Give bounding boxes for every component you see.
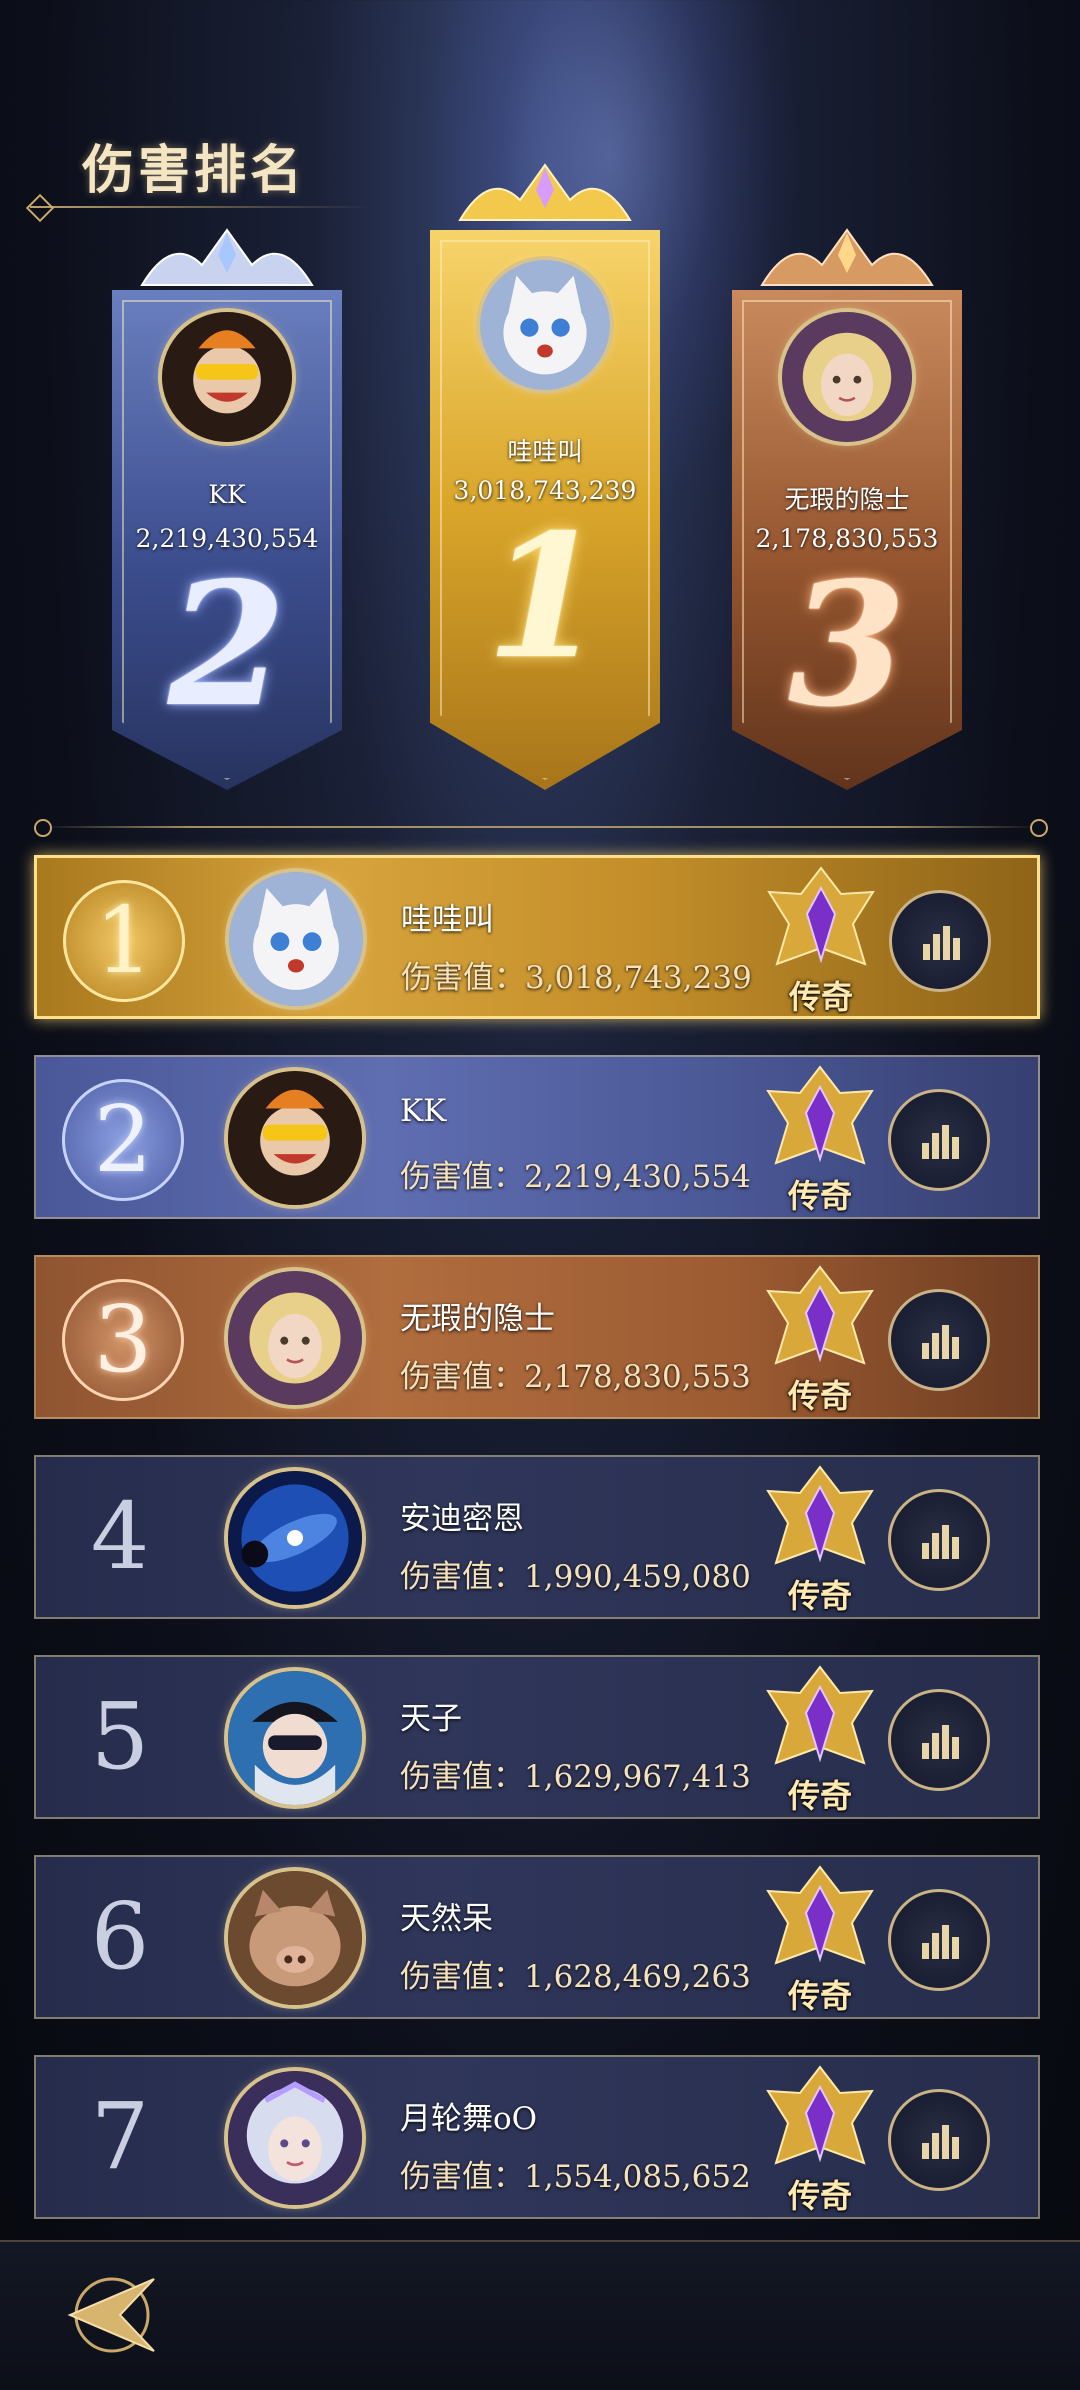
masked-joker-avatar[interactable]	[162, 312, 292, 442]
stats-button[interactable]	[889, 890, 991, 992]
damage-value: 伤害值：1,990,459,080	[400, 1559, 751, 1595]
legend-tier-emblem: 传奇	[760, 2063, 880, 2215]
tier-label: 传奇	[787, 1377, 852, 1415]
sunglasses-hat-avatar[interactable]	[228, 1671, 362, 1805]
galaxy-orb-avatar[interactable]	[228, 1471, 362, 1605]
white-kitten-avatar[interactable]	[480, 260, 610, 390]
ranking-row-5[interactable]: 5 天子 伤害值：1,629,967,413 传奇	[34, 1655, 1040, 1819]
player-name: 天子	[400, 1701, 462, 1737]
silver-crown-icon	[132, 225, 322, 295]
tier-label: 传奇	[787, 1777, 852, 1815]
tier-label: 传奇	[787, 1577, 852, 1615]
tier-label: 传奇	[788, 978, 853, 1016]
legend-tier-emblem: 传奇	[760, 1263, 880, 1415]
ranking-row-4[interactable]: 4 安迪密恩 伤害值：1,990,459,080 传奇	[34, 1455, 1040, 1619]
rank-badge: 6	[90, 1883, 150, 1990]
bar-chart-icon	[922, 1925, 959, 1959]
legend-tier-emblem: 传奇	[760, 1463, 880, 1615]
divider-ornament-icon	[1030, 819, 1048, 837]
rank-badge: 3	[62, 1279, 184, 1401]
damage-value: 伤害值：1,629,967,413	[400, 1759, 751, 1795]
stats-button[interactable]	[888, 1089, 990, 1191]
legend-tier-emblem: 传奇	[760, 1063, 880, 1215]
player-name: 月轮舞oO	[400, 2101, 538, 2137]
bar-chart-icon	[922, 1325, 959, 1359]
player-name: 安迪密恩	[400, 1501, 524, 1537]
legend-emblem-icon	[767, 866, 875, 966]
back-arrow-icon	[67, 2277, 155, 2353]
bar-chart-icon	[923, 926, 960, 960]
damage-value: 伤害值：2,219,430,554	[400, 1159, 751, 1195]
white-kitten-avatar[interactable]	[229, 872, 363, 1006]
tier-label: 传奇	[787, 1977, 852, 2015]
bar-chart-icon	[922, 1725, 959, 1759]
podium-rank-3: 3	[787, 545, 907, 745]
gold-crown-icon	[450, 160, 640, 230]
title-underline	[30, 206, 370, 208]
blonde-lady-avatar[interactable]	[782, 312, 912, 442]
ranking-row-1[interactable]: 1 哇哇叫 伤害值：3,018,743,239 传奇	[34, 855, 1040, 1019]
legend-emblem-icon	[766, 1065, 874, 1165]
masked-joker-avatar[interactable]	[228, 1071, 362, 1205]
divider-ornament-icon	[34, 819, 52, 837]
damage-value: 伤害值：3,018,743,239	[401, 960, 752, 996]
title-ornament-icon	[25, 193, 55, 223]
bottom-bar	[0, 2240, 1080, 2390]
stats-button[interactable]	[888, 1489, 990, 1591]
ranking-row-2[interactable]: 2 KK 伤害值：2,219,430,554 传奇	[34, 1055, 1040, 1219]
tier-label: 传奇	[787, 1177, 852, 1215]
player-name: 哇哇叫	[401, 902, 494, 938]
ranking-row-7[interactable]: 7 月轮舞oO 伤害值：1,554,085,652 传奇	[34, 2055, 1040, 2219]
bar-chart-icon	[922, 2125, 959, 2159]
podium-name-3: 无瑕的隐士	[784, 485, 910, 514]
rank-badge: 5	[90, 1683, 150, 1790]
tier-label: 传奇	[787, 2177, 852, 2215]
page-header: 伤害排名	[25, 120, 370, 223]
ranking-row-3[interactable]: 3 无瑕的隐士 伤害值：2,178,830,553 传奇	[34, 1255, 1040, 1419]
damage-value: 伤害值：1,628,469,263	[400, 1959, 751, 1995]
rank-badge: 4	[90, 1483, 150, 1590]
podium-rank-2: 2	[167, 545, 287, 745]
page-title: 伤害排名	[82, 140, 307, 201]
rank-badge: 7	[90, 2083, 150, 2190]
legend-emblem-icon	[766, 2065, 874, 2165]
podium-name-1: 哇哇叫	[507, 437, 583, 466]
player-name: 无瑕的隐士	[400, 1301, 555, 1337]
blonde-lady-avatar[interactable]	[228, 1271, 362, 1405]
legend-emblem-icon	[766, 1265, 874, 1365]
bar-chart-icon	[922, 1125, 959, 1159]
bar-chart-icon	[922, 1525, 959, 1559]
rank-badge: 1	[63, 880, 185, 1002]
podium-rank-1: 1	[485, 497, 605, 697]
stats-button[interactable]	[888, 1689, 990, 1791]
stats-button[interactable]	[888, 1889, 990, 1991]
damage-value: 伤害值：1,554,085,652	[400, 2159, 751, 2195]
back-button[interactable]	[50, 2265, 160, 2365]
bronze-crown-icon	[752, 225, 942, 295]
player-name: 天然呆	[400, 1901, 493, 1937]
damage-value: 伤害值：2,178,830,553	[400, 1359, 751, 1395]
stats-button[interactable]	[888, 2089, 990, 2191]
legend-emblem-icon	[766, 1665, 874, 1765]
legend-tier-emblem: 传奇	[760, 1863, 880, 2015]
legend-emblem-icon	[766, 1465, 874, 1565]
silver-hair-girl-avatar[interactable]	[228, 2071, 362, 2205]
rank-badge: 2	[62, 1079, 184, 1201]
player-name: KK	[400, 1093, 447, 1129]
stats-button[interactable]	[888, 1289, 990, 1391]
podium-name-2: KK	[208, 480, 246, 509]
legend-emblem-icon	[766, 1865, 874, 1965]
legend-tier-emblem: 传奇	[761, 864, 881, 1016]
section-divider	[40, 826, 1040, 828]
ranking-row-6[interactable]: 6 天然呆 伤害值：1,628,469,263 传奇	[34, 1855, 1040, 2019]
boar-avatar[interactable]	[228, 1871, 362, 2005]
legend-tier-emblem: 传奇	[760, 1663, 880, 1815]
